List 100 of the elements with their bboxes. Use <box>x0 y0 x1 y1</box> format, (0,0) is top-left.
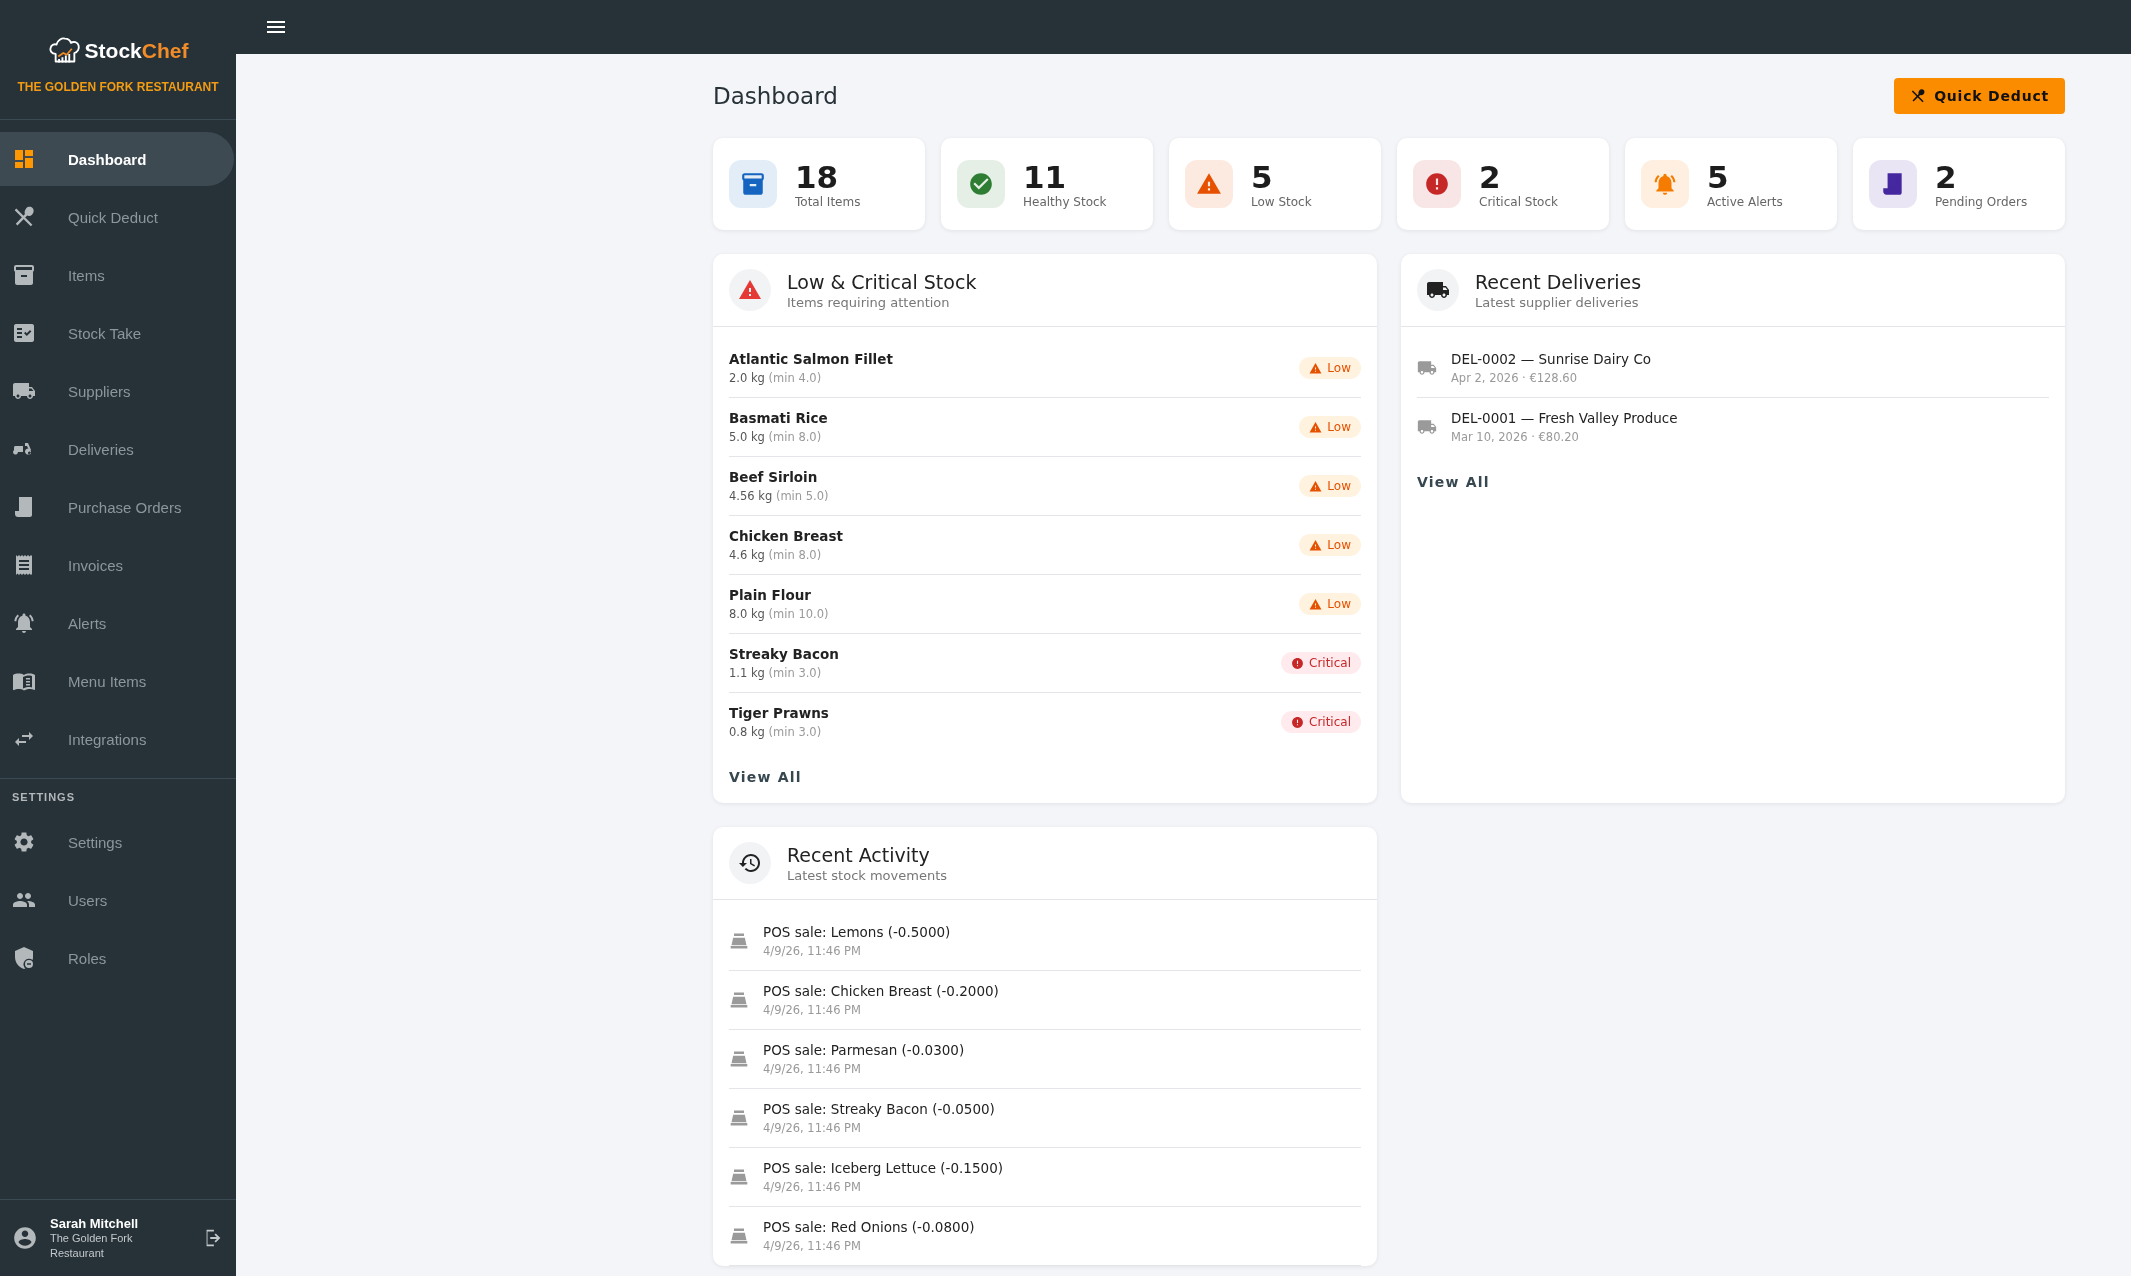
item-name: Basmati Rice <box>729 410 828 426</box>
item-minimum: (min 8.0) <box>768 430 822 444</box>
nav-item[interactable]: Roles <box>0 929 234 987</box>
status-badge: Low <box>1299 416 1361 438</box>
warning-icon <box>738 278 762 302</box>
nav-item[interactable]: Settings <box>0 813 234 871</box>
card-title: Recent Activity <box>787 843 931 866</box>
utensils-icon <box>12 205 36 229</box>
activity-time: 4/9/26, 11:46 PM <box>763 1121 862 1135</box>
item-minimum: (min 3.0) <box>768 666 822 680</box>
item-quantity: 5.0 kg <box>729 430 765 444</box>
card-subtitle: Latest supplier deliveries <box>1475 294 1640 310</box>
activity-time: 4/9/26, 11:46 PM <box>763 1239 862 1253</box>
stat-value: 5 <box>1251 159 1274 195</box>
nav-item[interactable]: Purchase Orders <box>0 478 234 536</box>
activity-text: POS sale: Parmesan (-0.0300) <box>763 1042 965 1058</box>
bell-icon <box>12 611 36 635</box>
item-name: Beef Sirloin <box>729 469 819 485</box>
nav-item[interactable]: Stock Take <box>0 304 234 362</box>
stat-label: Pending Orders <box>1935 195 2028 209</box>
item-quantity: 1.1 kg <box>729 666 765 680</box>
history-icon <box>738 851 762 875</box>
dashboard-icon <box>12 147 36 171</box>
nav-item[interactable]: Invoices <box>0 536 234 594</box>
settings-icon <box>12 830 36 854</box>
delivery-title: DEL-0001 — Fresh Valley Produce <box>1451 410 1678 426</box>
stat-value: 2 <box>1479 159 1502 195</box>
stat-value: 5 <box>1707 159 1730 195</box>
card-subtitle: Items requiring attention <box>787 294 951 310</box>
activity-time: 4/9/26, 11:46 PM <box>763 944 862 958</box>
stat-value: 18 <box>795 159 840 195</box>
delivery-title: DEL-0002 — Sunrise Dairy Co <box>1451 351 1652 367</box>
cash-register-icon <box>729 1167 749 1187</box>
view-all-link[interactable]: View All <box>1417 474 1490 490</box>
stat-label: Critical Stock <box>1479 195 1558 209</box>
item-minimum: (min 3.0) <box>768 725 822 739</box>
status-badge: Low <box>1299 534 1361 556</box>
item-minimum: (min 10.0) <box>768 607 829 621</box>
item-minimum: (min 5.0) <box>775 489 829 503</box>
nav-item[interactable]: Alerts <box>0 594 234 652</box>
nav-item[interactable]: Menu Items <box>0 652 234 710</box>
cash-register-icon <box>729 1049 749 1069</box>
item-name: Chicken Breast <box>729 528 843 544</box>
stat-value: 2 <box>1935 159 1958 195</box>
activity-text: POS sale: Streaky Bacon (-0.0500) <box>763 1101 995 1117</box>
status-badge: Low <box>1299 357 1361 379</box>
cash-register-icon <box>729 990 749 1010</box>
item-quantity: 0.8 kg <box>729 725 765 739</box>
stat-value: 11 <box>1023 159 1068 195</box>
card-title: Low & Critical Stock <box>787 270 977 293</box>
shield-icon <box>12 946 36 970</box>
delivery-meta: Apr 2, 2026 · €128.60 <box>1451 371 1578 385</box>
view-all-link[interactable]: View All <box>729 769 802 785</box>
nav-item[interactable]: Items <box>0 246 234 304</box>
card-subtitle: Latest stock movements <box>787 867 948 883</box>
checklist-icon <box>12 321 36 345</box>
nav-item[interactable]: Deliveries <box>0 420 234 478</box>
activity-time: 4/9/26, 11:46 PM <box>763 1003 862 1017</box>
activity-time: 4/9/26, 11:46 PM <box>763 1062 862 1076</box>
activity-text: POS sale: Lemons (-0.5000) <box>763 924 951 940</box>
stat-label: Total Items <box>795 195 861 209</box>
restaurant-name: THE GOLDEN FORK RESTAURANT <box>17 80 219 94</box>
cash-register-icon <box>729 931 749 951</box>
activity-text: POS sale: Chicken Breast (-0.2000) <box>763 983 999 999</box>
archive-box-icon <box>12 263 36 287</box>
stat-label: Healthy Stock <box>1023 195 1107 209</box>
item-quantity: 4.56 kg <box>729 489 773 503</box>
utensils-icon <box>1910 88 1927 104</box>
item-name: Tiger Prawns <box>729 705 829 721</box>
activity-text: POS sale: Red Onions (-0.0800) <box>763 1219 975 1235</box>
nav-item[interactable]: Integrations <box>0 710 234 768</box>
status-badge: Critical <box>1281 711 1361 733</box>
brand-name: StockChef <box>84 38 189 63</box>
cash-register-icon <box>729 1226 749 1246</box>
status-badge: Critical <box>1281 652 1361 674</box>
item-minimum: (min 4.0) <box>768 371 822 385</box>
section-label: SETTINGS <box>0 778 236 803</box>
nav-item[interactable]: Dashboard <box>0 132 234 186</box>
item-quantity: 4.6 kg <box>729 548 765 562</box>
stat-label: Active Alerts <box>1707 195 1783 209</box>
nav-item[interactable]: Suppliers <box>0 362 234 420</box>
item-quantity: 2.0 kg <box>729 371 765 385</box>
quick-deduct-button[interactable]: Quick Deduct <box>1894 78 2065 114</box>
activity-text: POS sale: Iceberg Lettuce (-0.1500) <box>763 1160 1003 1176</box>
card-title: Recent Deliveries <box>1475 270 1642 293</box>
item-minimum: (min 8.0) <box>768 548 822 562</box>
item-name: Streaky Bacon <box>729 646 839 662</box>
status-badge: Low <box>1299 475 1361 497</box>
delivery-meta: Mar 10, 2026 · €80.20 <box>1451 430 1580 444</box>
nav-item[interactable]: Quick Deduct <box>0 188 234 246</box>
user-name: Sarah Mitchell <box>50 1215 140 1231</box>
status-badge: Low <box>1299 593 1361 615</box>
stat-label: Low Stock <box>1251 195 1312 209</box>
cash-register-icon <box>729 1108 749 1128</box>
item-quantity: 8.0 kg <box>729 607 765 621</box>
item-name: Plain Flour <box>729 587 812 603</box>
avatar-icon <box>12 1225 38 1251</box>
page-title: Dashboard <box>713 83 838 109</box>
nav-item[interactable]: Users <box>0 871 234 929</box>
activity-time: 4/9/26, 11:46 PM <box>763 1180 862 1194</box>
